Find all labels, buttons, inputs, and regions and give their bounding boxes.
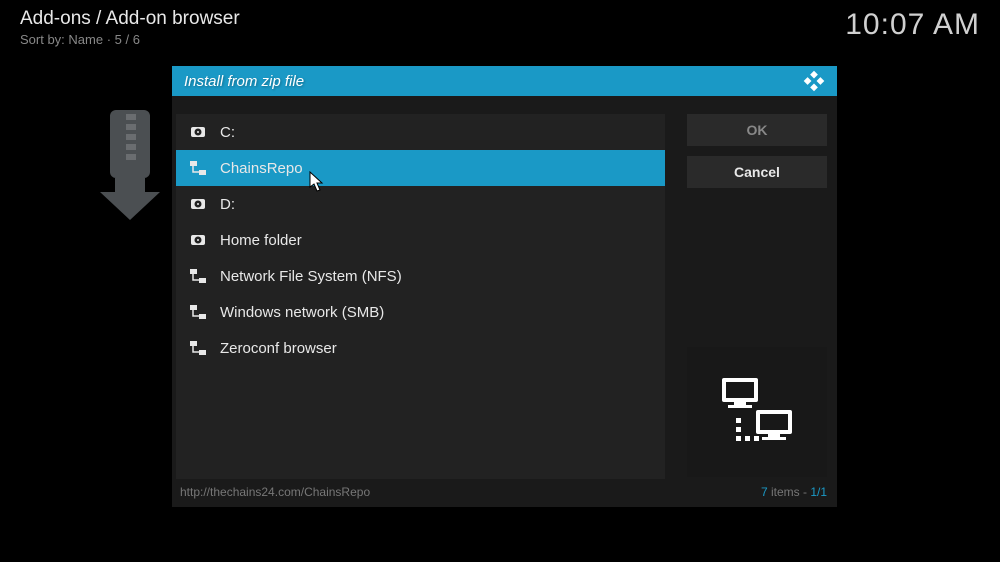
file-item[interactable]: D:: [176, 186, 665, 222]
network-share-icon: [190, 160, 206, 176]
dialog-body: C: ChainsRepo D: Home folder Network File Sy…: [172, 96, 837, 479]
file-item[interactable]: Network File System (NFS): [176, 258, 665, 294]
file-item[interactable]: Windows network (SMB): [176, 294, 665, 330]
network-share-icon: [190, 340, 206, 356]
file-item[interactable]: Zeroconf browser: [176, 330, 665, 366]
file-item[interactable]: C:: [176, 114, 665, 150]
drive-icon: [190, 232, 206, 248]
dialog-footer: http://thechains24.com/ChainsRepo 7 item…: [172, 479, 837, 507]
drive-icon: [190, 124, 206, 140]
preview-thumbnail: [687, 347, 827, 477]
ok-button[interactable]: OK: [687, 114, 827, 146]
install-zip-dialog: Install from zip file C: ChainsRepo D: Home…: [172, 66, 837, 507]
header-bar: Add-ons / Add-on browser Sort by: Name ·…: [20, 8, 980, 47]
file-item-label: Network File System (NFS): [220, 268, 402, 285]
footer-path: http://thechains24.com/ChainsRepo: [180, 485, 370, 499]
dialog-title: Install from zip file: [184, 73, 304, 90]
file-item[interactable]: Home folder: [176, 222, 665, 258]
file-item-label: C:: [220, 124, 235, 141]
network-share-icon: [190, 304, 206, 320]
header-left: Add-ons / Add-on browser Sort by: Name ·…: [20, 8, 240, 47]
zip-arrow-icon: [100, 110, 170, 220]
file-item-label: Home folder: [220, 232, 302, 249]
footer-count: 7 items - 1/1: [761, 485, 827, 499]
file-item-label: D:: [220, 196, 235, 213]
drive-icon: [190, 196, 206, 212]
file-item-label: ChainsRepo: [220, 160, 303, 177]
network-share-icon: [190, 268, 206, 284]
file-list[interactable]: C: ChainsRepo D: Home folder Network File Sy…: [176, 114, 665, 479]
right-panel: OK Cancel: [687, 114, 827, 479]
kodi-logo-icon: [803, 70, 825, 92]
dialog-titlebar: Install from zip file: [172, 66, 837, 96]
file-item-label: Zeroconf browser: [220, 340, 337, 357]
breadcrumb: Add-ons / Add-on browser: [20, 8, 240, 30]
clock: 10:07 AM: [845, 8, 980, 42]
sort-info: Sort by: Name · 5 / 6: [20, 32, 240, 47]
cancel-button[interactable]: Cancel: [687, 156, 827, 188]
file-item-label: Windows network (SMB): [220, 304, 384, 321]
network-computers-icon: [712, 372, 802, 452]
file-item[interactable]: ChainsRepo: [176, 150, 665, 186]
cursor-icon: [309, 171, 327, 193]
